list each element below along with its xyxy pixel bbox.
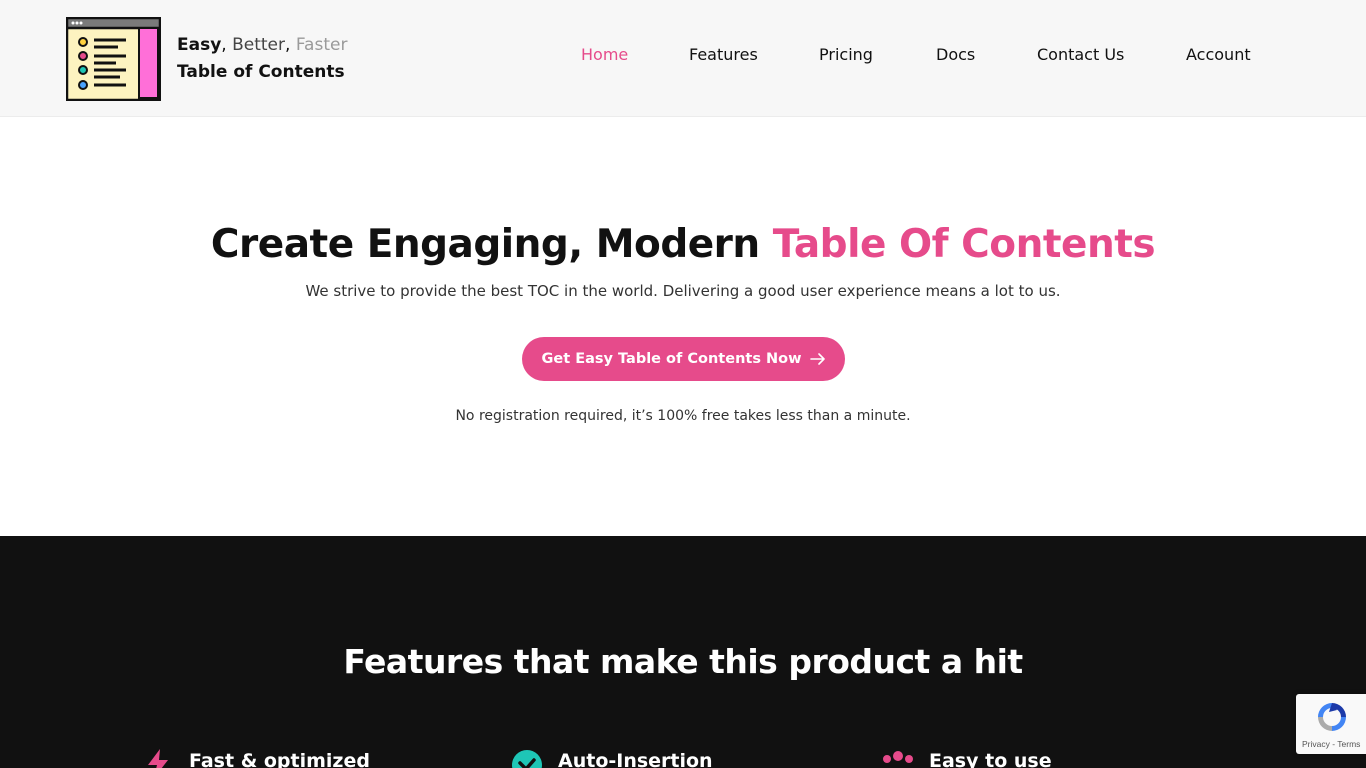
nav-home[interactable]: Home	[581, 45, 628, 64]
nav-features[interactable]: Features	[689, 45, 758, 64]
features-section: Features that make this product a hit Fa…	[0, 536, 1366, 768]
lightning-icon	[141, 748, 175, 768]
feature-label: Auto-Insertion	[558, 750, 713, 768]
feature-label: Easy to use	[929, 750, 1052, 768]
hero-title-accent: Table Of Contents	[772, 222, 1156, 267]
check-circle-icon	[510, 748, 544, 768]
feature-label: Fast & optimized	[189, 750, 370, 768]
site-header: Easy, Better, Faster Table of Contents H…	[0, 0, 1366, 117]
nav-docs[interactable]: Docs	[936, 45, 975, 64]
hero-title-main: Create Engaging, Modern	[210, 222, 773, 267]
hero-note: No registration required, it’s 100% free…	[455, 408, 911, 424]
recaptcha-links[interactable]: Privacy - Terms	[1302, 739, 1360, 749]
cta-label: Get Easy Table of Contents Now	[541, 351, 802, 367]
users-icon	[881, 748, 915, 768]
hero-subtitle: We strive to provide the best TOC in the…	[305, 282, 1061, 300]
get-toc-button[interactable]: Get Easy Table of Contents Now	[522, 337, 845, 381]
nav-pricing[interactable]: Pricing	[819, 45, 873, 64]
feature-fast-optimized: Fast & optimized	[141, 748, 370, 768]
feature-easy-to-use: Easy to use	[881, 748, 1052, 768]
nav-account[interactable]: Account	[1186, 45, 1251, 64]
recaptcha-icon	[1315, 700, 1349, 734]
nav-contact-us[interactable]: Contact Us	[1037, 45, 1124, 64]
feature-auto-insertion: Auto-Insertion	[510, 748, 713, 768]
arrow-right-icon	[809, 353, 826, 365]
hero-title: Create Engaging, Modern Table Of Content…	[0, 222, 1366, 267]
features-title: Features that make this product a hit	[343, 642, 1023, 681]
main-nav: Home Features Pricing Docs Contact Us Ac…	[0, 45, 1366, 69]
recaptcha-badge[interactable]: Privacy - Terms	[1296, 694, 1366, 754]
